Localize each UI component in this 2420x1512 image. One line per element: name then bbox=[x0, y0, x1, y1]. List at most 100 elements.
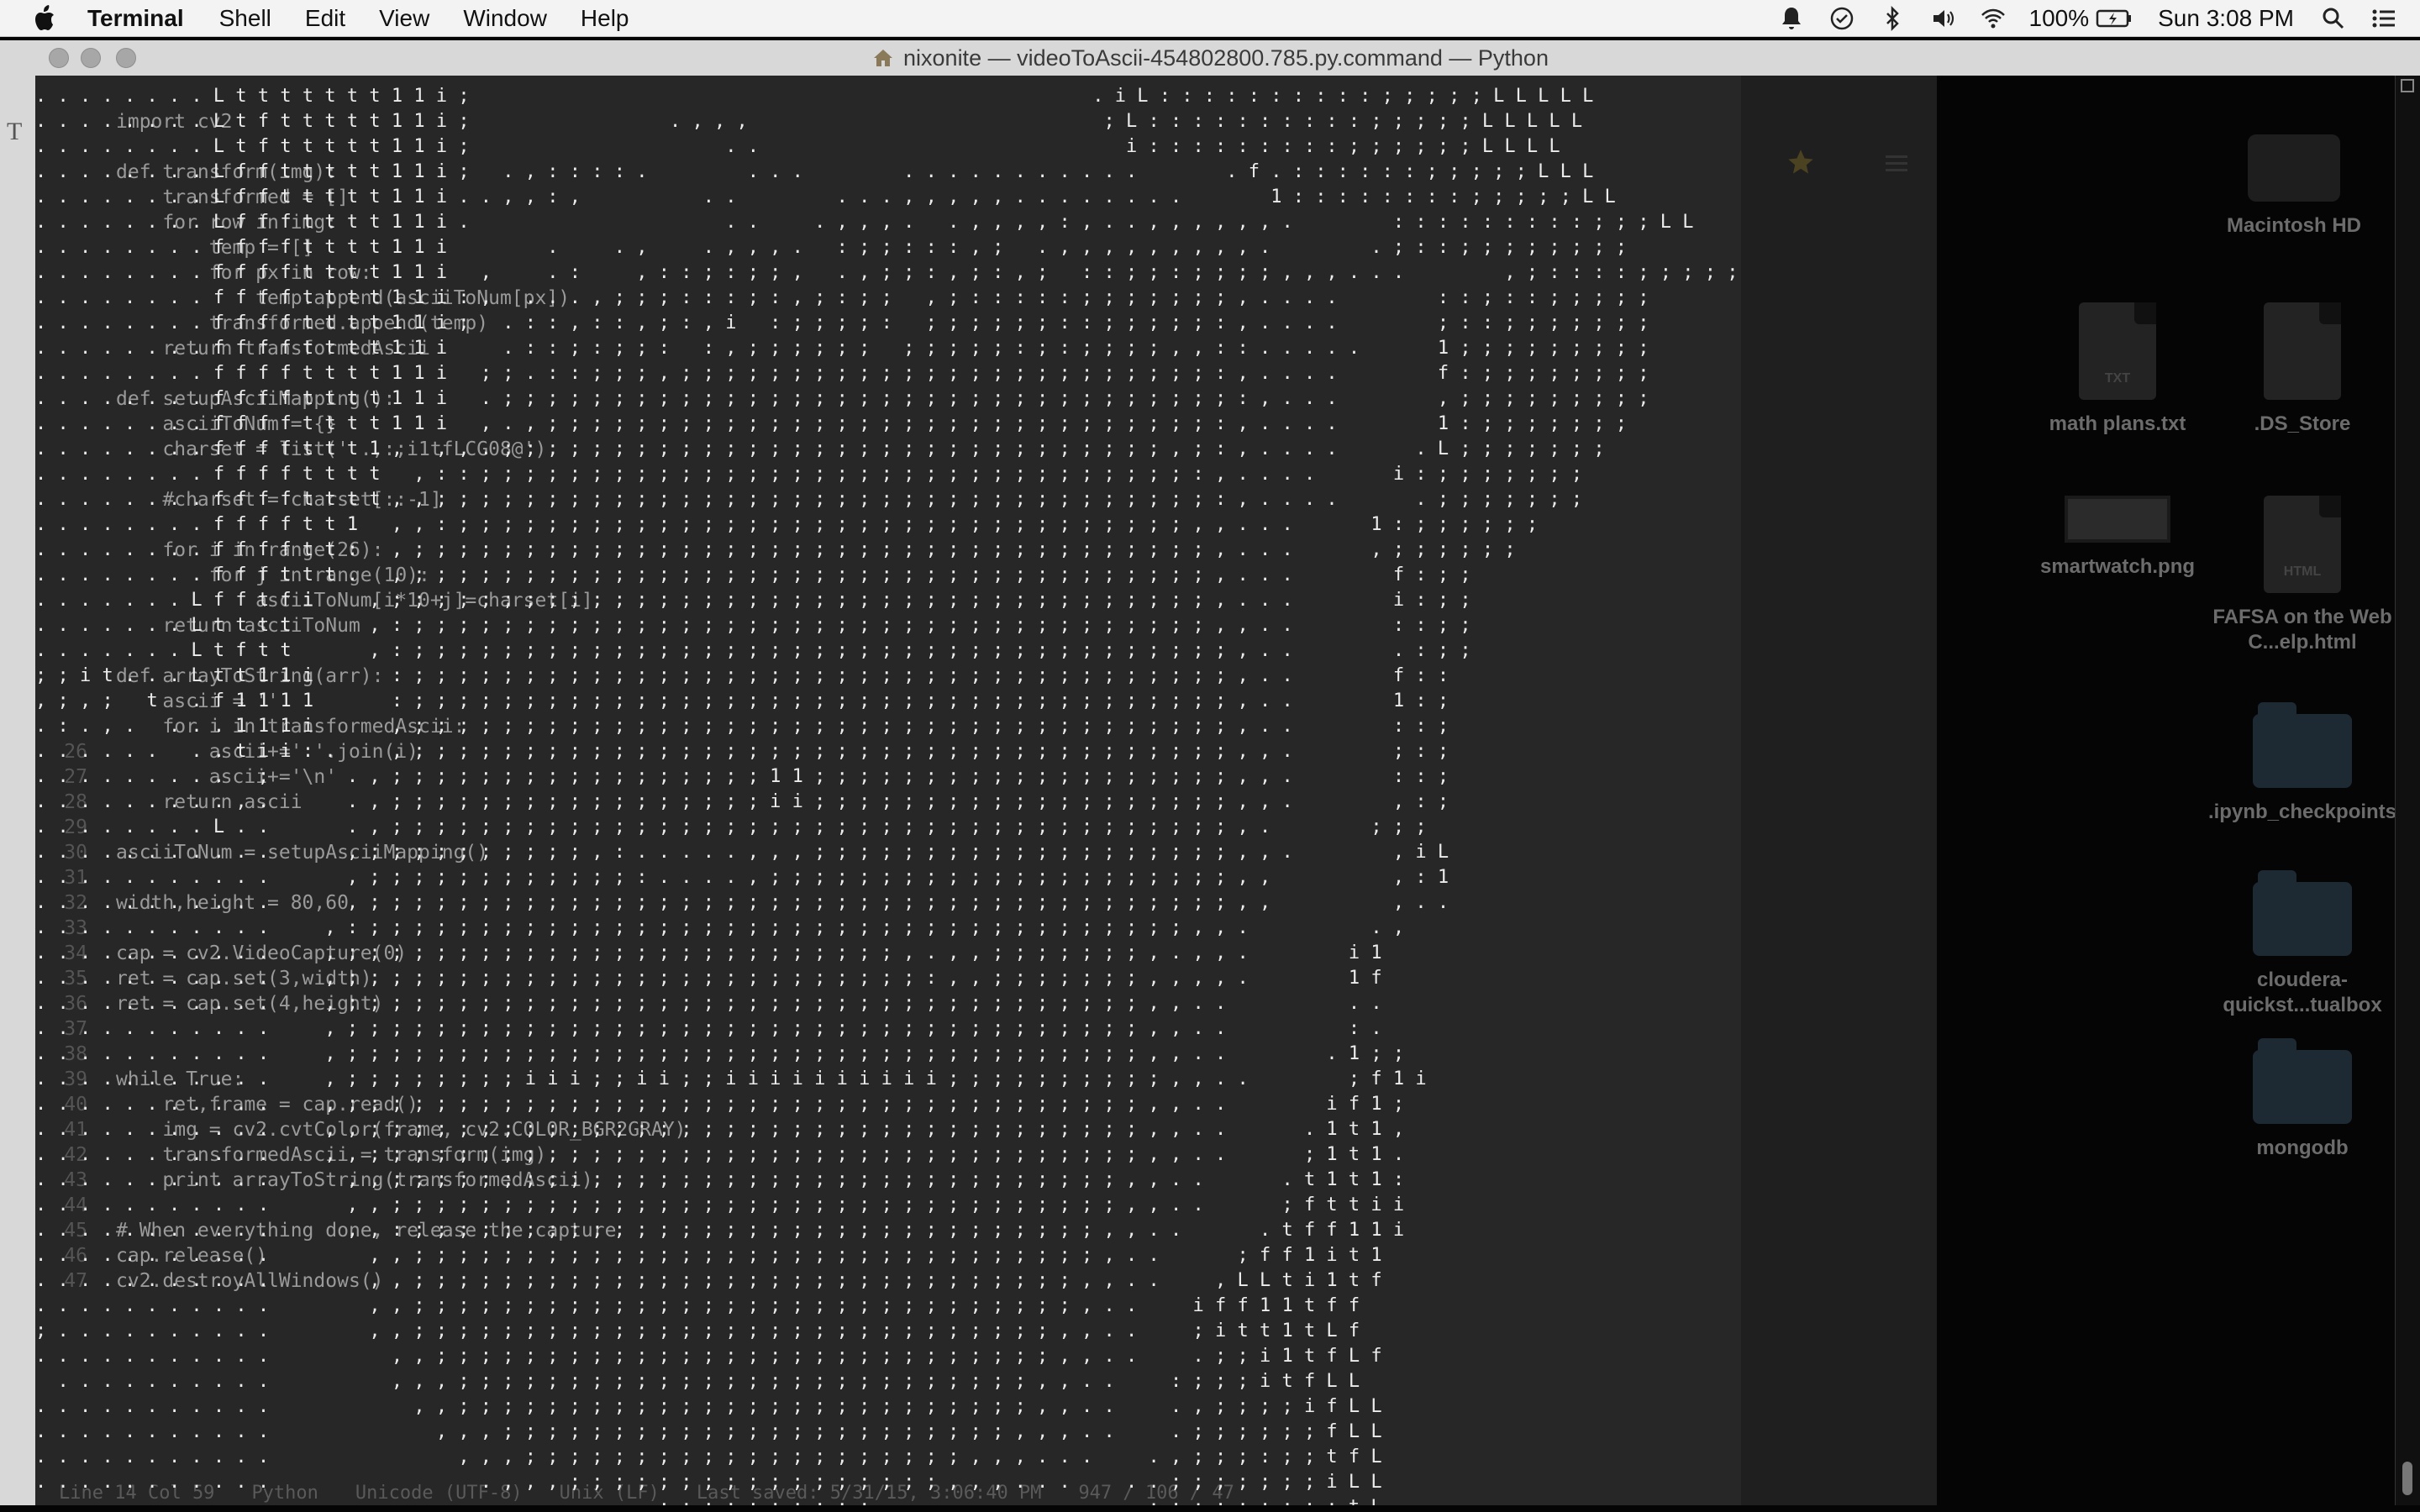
menu-clock[interactable]: Sun 3:08 PM bbox=[2158, 5, 2294, 32]
menu-bar: Terminal Shell Edit View Window Help 100… bbox=[0, 0, 2420, 37]
terminal-output[interactable]: import cv2 def transform(img): transforme… bbox=[35, 76, 1741, 1505]
ascii-row: . . . . . . . . . . . . , , , ; ; ; ; ; … bbox=[35, 1472, 1382, 1493]
ascii-row: . . . . . . . . f f f f t t t t 1 1 i , … bbox=[35, 262, 1739, 283]
ascii-row: . . . . . . . . f f f f t t t t , : : ; … bbox=[35, 464, 1583, 485]
background-window-edge: T bbox=[0, 76, 35, 1505]
desktop-icon-label: .ipynb_checkpoints bbox=[2207, 801, 2397, 823]
folder-icon bbox=[2253, 870, 2352, 956]
ascii-row: . . . . . . . . f f f f t t t t 1 1 i . … bbox=[35, 237, 1628, 258]
desktop-icon-png[interactable]: smartwatch.png bbox=[2017, 496, 2218, 580]
ascii-row: . . . . . . . . L f f t t t t t 1 1 i . … bbox=[35, 186, 1616, 207]
ascii-row: . . . . . . . . f f f f t t t 1 , , , . … bbox=[35, 438, 1605, 459]
window-titlebar[interactable]: nixonite — videoToAscii-454802800.785.py… bbox=[0, 40, 2420, 76]
ascii-row: . . . . . . . . L f f t t t t t 1 1 i ; … bbox=[35, 161, 1594, 182]
doc-icon: TXT bbox=[2079, 302, 2156, 400]
menu-shell[interactable]: Shell bbox=[219, 5, 271, 32]
bluetooth-icon[interactable] bbox=[1878, 4, 1907, 33]
ascii-row: . . . . . . . . f f f f t t t t 1 1 i . … bbox=[35, 338, 1649, 359]
terminal-window: nixonite — videoToAscii-454802800.785.py… bbox=[0, 40, 2420, 1505]
menu-app-terminal[interactable]: Terminal bbox=[87, 5, 184, 32]
ascii-row: . . . . . . . . . . . , , ; ; ; ; ; ; ; … bbox=[35, 1194, 1405, 1215]
ascii-row: . . . . . . . . . . . , ; ; ; ; ; ; ; ; … bbox=[35, 1018, 1382, 1039]
ascii-row: . . . . . . . L t t t t , : ; ; ; ; ; ; … bbox=[35, 615, 1471, 636]
ascii-row: . . . . . . . . f f f f t t t t 1 1 i , … bbox=[35, 413, 1628, 434]
ascii-row: . . . . . . . . . . . , ; ; ; ; ; ; ; ; … bbox=[35, 892, 1449, 913]
menu-extras: 100% Sun 3:08 PM bbox=[1755, 0, 2420, 37]
notification-center-icon[interactable] bbox=[2370, 4, 2398, 33]
ascii-row: . : . , . . . . 1 1 1 i , ; ; ; ; ; ; ; … bbox=[35, 716, 1449, 737]
text-cursor-icon: T bbox=[7, 118, 23, 145]
ascii-row: . . . . . . . . . . . , ; ; ; ; ; ; ; ; … bbox=[35, 968, 1382, 989]
desktop-icon-doc[interactable]: .DS_Store bbox=[2202, 302, 2403, 437]
ascii-row: . . . . . . . . f f f f t t t t 1 1 i ; … bbox=[35, 363, 1649, 384]
menu-view[interactable]: View bbox=[379, 5, 429, 32]
ascii-row: . . . . . . . . . . . , , ; ; ; ; ; ; ; … bbox=[35, 1270, 1382, 1291]
ascii-row: . . . . . . . . f f f f t t 1 , , : ; ; … bbox=[35, 514, 1539, 535]
ascii-row: . . . . . . . . . . . , , , ; ; ; ; ; ; … bbox=[35, 1421, 1382, 1442]
desktop-icon-doc[interactable]: TXT math plans.txt bbox=[2017, 302, 2218, 437]
ascii-row: . . . . . . . . . . . , , ; ; ; ; ; ; ; … bbox=[35, 1119, 1405, 1140]
png-icon bbox=[2065, 496, 2170, 543]
wifi-icon[interactable] bbox=[1979, 4, 2007, 33]
ascii-row: . . . . . . . . . . . , , ; ; ; ; ; ; ; … bbox=[35, 1144, 1405, 1165]
ascii-row: . . . . . . . . . . , , , ; ; ; ; ; ; ; … bbox=[35, 1371, 1360, 1392]
desktop-icon-label: math plans.txt bbox=[2049, 412, 2186, 435]
ascii-row: . . . . . . . . f f f f t t t t , , ; ; … bbox=[35, 489, 1583, 510]
zoom-window-button[interactable] bbox=[116, 48, 136, 68]
ascii-row: . . . . . . . . . , . . , ; ; ; ; ; ; ; … bbox=[35, 791, 1449, 812]
ascii-row: . . . . . . . . . . . , , , ; ; ; ; ; ; … bbox=[35, 1446, 1382, 1467]
battery-charging-icon[interactable] bbox=[2096, 4, 2133, 33]
ascii-row: . . . . . . . . L t f t t t t t 1 1 i ; … bbox=[35, 111, 1583, 132]
desktop-icon-disk[interactable]: Macintosh HD bbox=[2193, 134, 2395, 239]
star-icon bbox=[1788, 150, 1813, 174]
desktop-icons-area: Macintosh HD TXT math plans.txt .DS_Storesm… bbox=[1937, 76, 2396, 1505]
desktop-icon-label: FAFSA on the Web C...elp.html bbox=[2212, 606, 2392, 654]
background-browser-panel bbox=[1741, 76, 1937, 1505]
menu-help[interactable]: Help bbox=[581, 5, 629, 32]
ascii-row: , ; , ; t . f 1 1 1 1 : ; ; ; ; ; ; ; ; … bbox=[35, 690, 1449, 711]
ascii-row: . . . . . . . . . . . , , ; ; ; ; ; ; ; … bbox=[35, 1396, 1382, 1417]
ascii-video-frame: . . . . . . . . L t t t t t t t 1 1 i ; … bbox=[35, 84, 1741, 1505]
spotlight-search-icon[interactable] bbox=[2319, 4, 2348, 33]
ascii-row: . . . . . . . . L f f f t t t t 1 1 i . … bbox=[35, 212, 1694, 233]
minimize-window-button[interactable] bbox=[81, 48, 101, 68]
menu-window[interactable]: Window bbox=[463, 5, 547, 32]
notification-bell-icon[interactable] bbox=[1777, 4, 1806, 33]
battery-percent[interactable]: 100% bbox=[2029, 5, 2090, 32]
volume-icon[interactable] bbox=[1928, 4, 1957, 33]
desktop-icon-label: cloudera-quickst...tualbox bbox=[2223, 969, 2382, 1016]
ascii-row: ; ; i t . . . L t t 1 1 i : ; ; ; ; ; ; … bbox=[35, 665, 1449, 686]
check-circle-icon[interactable] bbox=[1828, 4, 1856, 33]
ascii-row: . . . . . . . . f f f f t t t t 1 1 i . … bbox=[35, 388, 1649, 409]
ascii-row: . . . . . . . . . . . , ; ; ; ; ; ; ; ; … bbox=[35, 1068, 1427, 1089]
window-title: nixonite — videoToAscii-454802800.785.py… bbox=[903, 45, 1549, 71]
terminal-body: T import cv2 def transform(img): transfor… bbox=[0, 76, 2420, 1505]
ascii-row: . . . . . . . . . . . , , ; ; ; ; ; ; ; … bbox=[35, 1245, 1382, 1266]
desktop-icon-folder[interactable]: cloudera-quickst...tualbox bbox=[2202, 870, 2403, 1018]
ascii-row: . . . . . . . . . . . , , : ; ; ; ; ; ; … bbox=[35, 1220, 1405, 1241]
ascii-row: . . . . . . . . L . . . , ; ; ; ; ; ; ; … bbox=[35, 816, 1427, 837]
ascii-row: . . . . . . . . . . . , ; ; ; ; ; ; ; ; … bbox=[35, 1094, 1405, 1115]
ascii-row: . . . . . . . . f f f f t t t t 1 1 i : … bbox=[35, 287, 1649, 308]
ascii-row: . . . . . . . . . . . , ; ; ; ; ; ; ; ; … bbox=[35, 867, 1449, 888]
ascii-row: . . . . . . . . . . . , , ; ; ; ; ; ; ; … bbox=[35, 1346, 1382, 1367]
ascii-row: . . . . . . . . . . . , : ; ; ; ; ; ; ; … bbox=[35, 917, 1405, 938]
apple-icon[interactable] bbox=[29, 2, 62, 35]
doc-icon bbox=[2264, 302, 2341, 400]
ascii-row: . . . . . . . . . . . , , ; ; ; ; ; ; ; … bbox=[35, 1169, 1405, 1190]
desktop-icon-doc[interactable]: HTML FAFSA on the Web C...elp.html bbox=[2202, 496, 2403, 655]
folder-icon bbox=[2253, 702, 2352, 788]
scroll-thumb[interactable] bbox=[2402, 1462, 2412, 1495]
close-window-button[interactable] bbox=[49, 48, 69, 68]
terminal-scrollbar[interactable] bbox=[2395, 76, 2420, 1505]
desktop-icon-label: .DS_Store bbox=[2254, 412, 2351, 435]
file-type-badge: TXT bbox=[2104, 371, 2131, 386]
desktop-icon-folder[interactable]: .ipynb_checkpoints bbox=[2202, 702, 2403, 825]
ascii-row: . . . . . . . L f f t f i , ; ; ; ; ; ; … bbox=[35, 590, 1471, 611]
file-type-badge: HTML bbox=[2283, 564, 2322, 579]
menu-edit[interactable]: Edit bbox=[305, 5, 345, 32]
desktop-icon-folder[interactable]: mongodb bbox=[2202, 1038, 2403, 1161]
ascii-row: . . . . . . . . f f f f t t t t 1 1 i ; … bbox=[35, 312, 1649, 333]
ascii-row: . . . . . . . . L t f t t t t t 1 1 i ; … bbox=[35, 136, 1560, 157]
scroll-up-arrow-icon[interactable] bbox=[2401, 79, 2414, 92]
